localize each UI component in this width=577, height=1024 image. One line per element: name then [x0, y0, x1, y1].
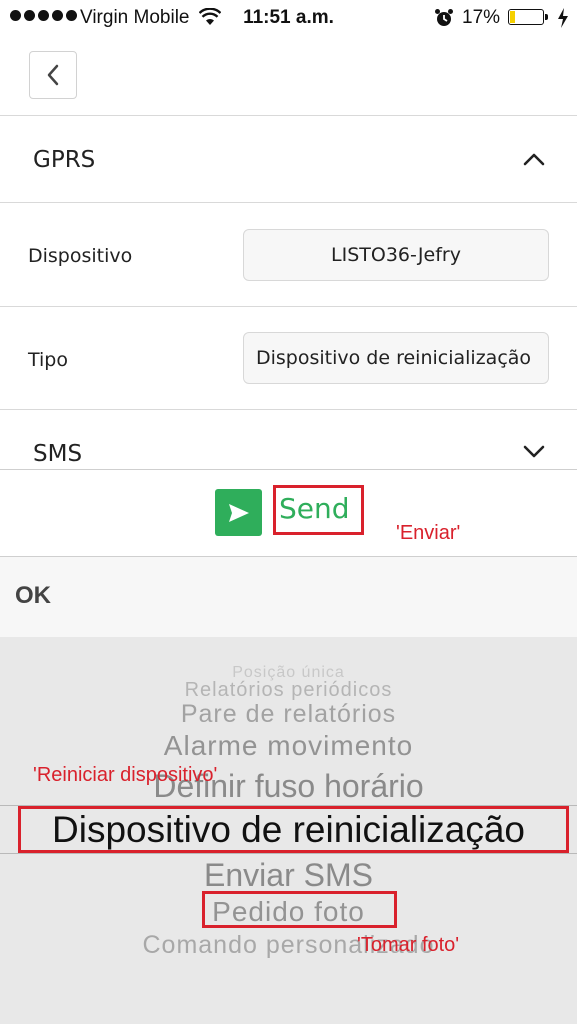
send-button[interactable] — [215, 489, 262, 536]
chevron-left-icon — [47, 64, 59, 86]
alarm-clock-icon — [435, 9, 453, 26]
device-field[interactable]: LISTO36-Jefry — [243, 229, 549, 281]
photo-translation-annotation: 'Tomar foto' — [357, 934, 460, 956]
ok-button[interactable]: OK — [15, 582, 51, 610]
type-select[interactable]: Dispositivo de reinicialização — [243, 332, 549, 384]
send-translation-annotation: 'Enviar' — [396, 522, 461, 544]
battery-icon — [508, 9, 548, 25]
gprs-section-header[interactable]: GPRS — [0, 116, 577, 202]
picker-option[interactable]: Enviar SMS — [0, 857, 577, 894]
device-label: Dispositivo — [28, 245, 133, 267]
type-label: Tipo — [28, 349, 68, 371]
picker-toolbar — [0, 557, 577, 637]
gprs-section-title: GPRS — [33, 147, 96, 173]
send-highlight-box — [273, 485, 364, 535]
picker-option[interactable]: Pare de relatórios — [0, 700, 577, 729]
reset-highlight-box — [18, 806, 569, 853]
send-arrow-icon — [228, 503, 249, 522]
sms-section-title: SMS — [33, 441, 83, 467]
sms-section-header[interactable]: SMS — [0, 410, 577, 468]
divider — [0, 306, 577, 307]
battery-percentage: 17% — [462, 7, 501, 28]
picker-option[interactable]: Comando personalizado — [0, 931, 577, 960]
picker-option[interactable]: Relatórios periódicos — [0, 679, 577, 702]
picker-selection-line — [0, 853, 577, 854]
reset-translation-annotation: 'Reiniciar dispositivo' — [33, 764, 218, 786]
divider — [0, 469, 577, 470]
divider — [0, 202, 577, 203]
chevron-down-icon — [523, 445, 545, 458]
back-button[interactable] — [29, 51, 77, 99]
chevron-up-icon — [523, 153, 545, 166]
charging-bolt-icon — [558, 8, 568, 28]
picker-option[interactable]: Alarme movimento — [0, 730, 577, 762]
status-bar: Virgin Mobile 11:51 a.m. 17% — [0, 0, 577, 36]
photo-highlight-box — [202, 891, 397, 928]
